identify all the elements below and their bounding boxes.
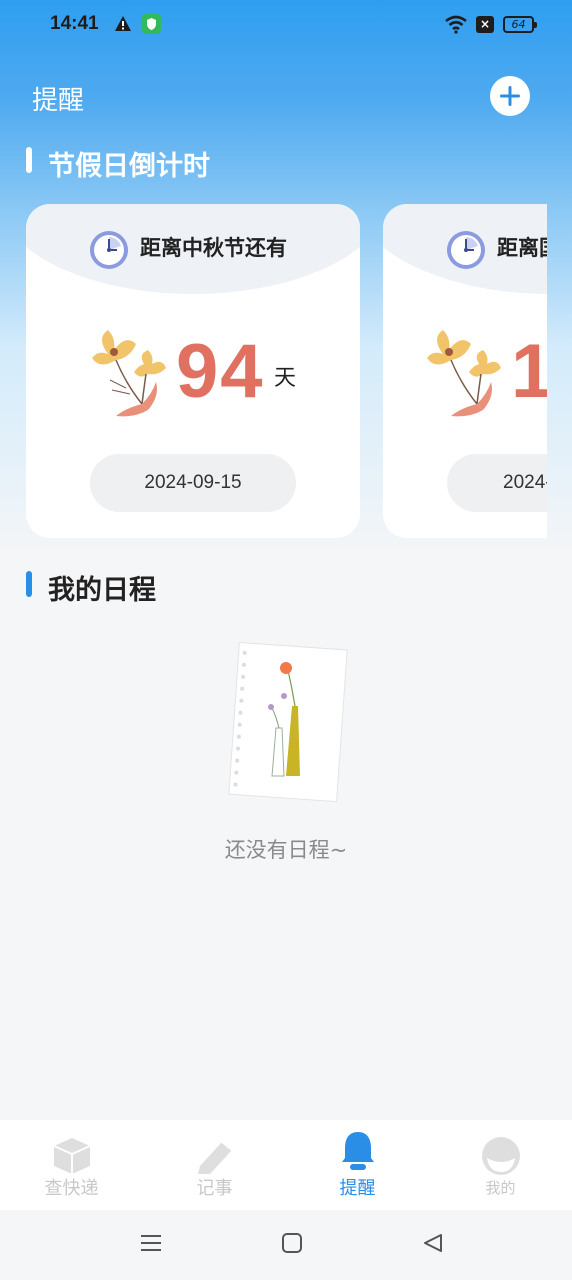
profile-icon: [481, 1137, 520, 1175]
schedule-section-title: 我的日程: [48, 575, 156, 606]
clock-icon: [90, 231, 128, 269]
tab-express[interactable]: 查快递: [0, 1120, 143, 1210]
back-icon[interactable]: [422, 1232, 444, 1254]
days-unit: 天: [274, 366, 297, 391]
tab-label: 记事: [196, 1178, 233, 1199]
clock-icon: [447, 231, 485, 269]
no-sim-icon: ×: [476, 16, 494, 33]
section-accent-bar: [26, 147, 32, 173]
battery-icon: 64: [503, 16, 537, 33]
pencil-icon: [197, 1141, 233, 1174]
flower-icon: [92, 330, 166, 417]
days-count: 1: [511, 329, 547, 414]
card-heading: 距离国: [497, 236, 547, 260]
tab-profile[interactable]: 我的: [429, 1120, 572, 1210]
tab-notes[interactable]: 记事: [143, 1120, 286, 1210]
status-bar: 14:41 × 64: [0, 0, 572, 52]
add-button[interactable]: [490, 76, 530, 116]
warning-icon: [115, 16, 131, 31]
holiday-date: 2024-09-15: [90, 454, 296, 512]
flower-icon: [427, 330, 501, 417]
tab-label: 我的: [485, 1179, 516, 1197]
card-heading: 距离中秋节还有: [140, 236, 287, 260]
holiday-card[interactable]: 距离国 1 2024-: [383, 204, 547, 538]
empty-schedule-illustration: [228, 641, 348, 803]
plus-icon: [500, 86, 520, 106]
holiday-card[interactable]: 距离中秋节还有 94 天 2024-09-15: [26, 204, 360, 538]
page-title: 提醒: [32, 86, 85, 116]
system-nav-bar: [0, 1210, 572, 1280]
tab-label: 查快递: [44, 1178, 99, 1199]
empty-schedule-text: 还没有日程~: [224, 838, 348, 862]
menu-icon[interactable]: [140, 1232, 162, 1254]
wifi-icon: [445, 15, 467, 34]
status-time: 14:41: [50, 13, 99, 34]
tab-label: 提醒: [339, 1178, 376, 1199]
shield-icon: [142, 14, 161, 34]
days-count: 94: [176, 329, 265, 414]
section-accent-bar: [26, 571, 32, 597]
package-icon: [53, 1138, 90, 1174]
card-clip: 距离国 1 2024-: [383, 204, 547, 538]
holiday-section-title: 节假日倒计时: [48, 151, 210, 182]
holiday-date-text: 2024-: [503, 472, 547, 493]
home-icon[interactable]: [281, 1232, 303, 1254]
holiday-date: 2024-: [447, 454, 547, 512]
bottom-tab-bar: 查快递 记事 提醒 我的: [0, 1120, 572, 1210]
tab-reminder[interactable]: 提醒: [286, 1120, 429, 1210]
bell-icon: [341, 1132, 374, 1170]
